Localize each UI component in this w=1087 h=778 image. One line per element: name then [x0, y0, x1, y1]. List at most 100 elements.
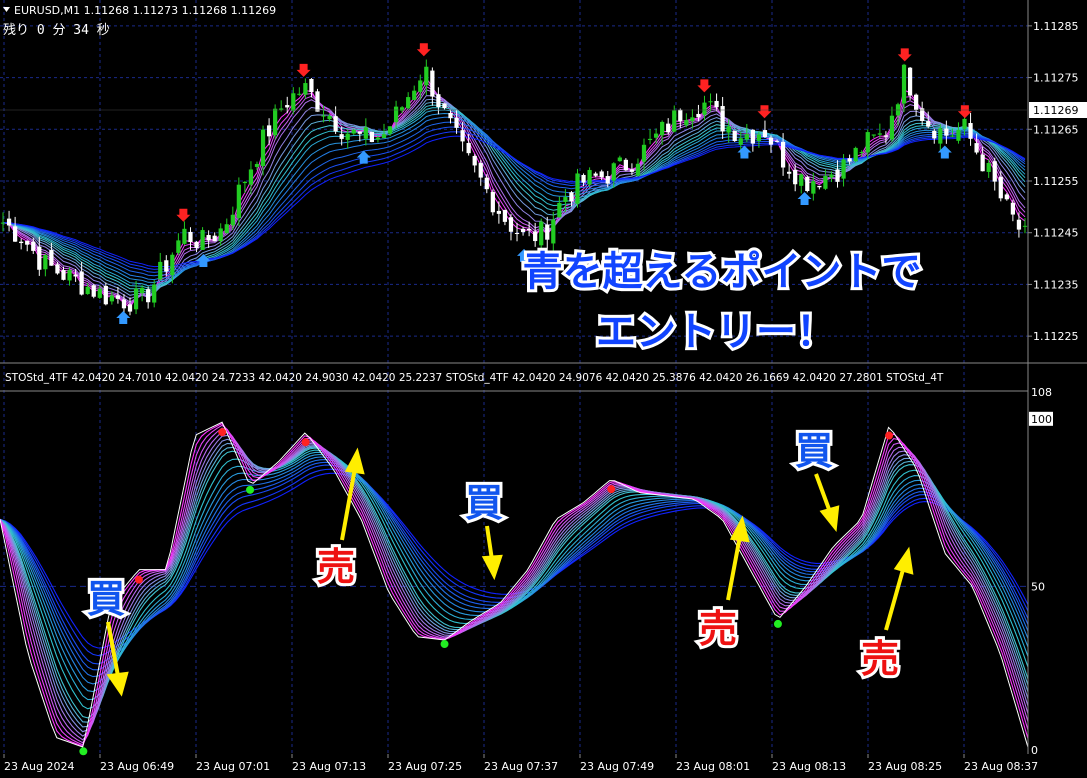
price-scale[interactable]: 1.11285 1.11275 1.11265 1.11255 1.11245 1.112… — [1028, 20, 1079, 343]
candle-body — [297, 93, 302, 95]
candle-body — [454, 117, 459, 128]
time-tick-label: 23 Aug 08:01 — [676, 760, 750, 773]
candle-body — [762, 130, 768, 137]
candle-body — [932, 130, 937, 139]
candle-body — [956, 129, 961, 141]
candle-body — [962, 118, 967, 129]
candle-body — [787, 171, 792, 174]
arrow-buy-3-head — [819, 505, 840, 533]
candle-body — [436, 94, 441, 108]
candle-body — [811, 181, 816, 194]
candle-body — [381, 134, 387, 139]
trading-chart: EURUSD,M1 1.11268 1.11273 1.11268 1.1126… — [0, 0, 1087, 773]
candle-body — [158, 261, 163, 280]
arrow-buy-1-head — [106, 671, 129, 697]
candle-body — [357, 131, 362, 134]
time-tick-label: 23 Aug 2024 — [4, 760, 74, 773]
buy-arrow-icon — [116, 310, 131, 324]
candle-body — [285, 105, 290, 108]
candle-body — [508, 217, 514, 232]
buy-label-1: 買 — [87, 577, 125, 621]
candle-body — [635, 163, 641, 176]
candle-body — [139, 287, 145, 294]
candle-body — [998, 176, 1003, 199]
candle-body — [696, 113, 701, 118]
candle-body — [170, 254, 175, 276]
candle-body — [1010, 202, 1015, 215]
candle-body — [660, 121, 665, 136]
candle-body — [133, 288, 139, 310]
candle-body — [980, 154, 985, 172]
candle-body — [726, 126, 731, 133]
candle-body — [176, 240, 181, 253]
candle-body — [303, 83, 308, 95]
candle-body — [218, 228, 223, 242]
time-tick-label: 23 Aug 08:37 — [964, 760, 1038, 773]
candle-body — [974, 143, 979, 153]
candle-body — [430, 70, 435, 97]
price-tick-label: 1.11285 — [1033, 20, 1079, 33]
candle-body — [539, 221, 544, 246]
sell-label-3: 売 — [861, 637, 899, 681]
candle-body — [79, 271, 84, 295]
candle-body — [889, 115, 895, 140]
candle-body — [387, 126, 393, 134]
candle-body — [593, 173, 598, 176]
candle-body — [829, 174, 834, 178]
arrow-buy-3 — [814, 473, 832, 513]
candle-body — [291, 93, 296, 111]
time-axis[interactable]: 23 Aug 2024 23 Aug 06:49 23 Aug 07:01 23 Au… — [3, 754, 1038, 773]
candle-body — [248, 169, 254, 185]
candle-body — [97, 288, 102, 298]
candle-body — [200, 230, 205, 250]
price-tick-label: 1.11245 — [1033, 227, 1079, 240]
candle-body — [13, 226, 18, 242]
candle-body — [37, 246, 42, 270]
candle-body — [194, 241, 199, 249]
osc-tick-label: 100 — [1031, 413, 1052, 426]
buy-label-2: 買 — [465, 481, 503, 525]
candle-body — [768, 137, 774, 145]
candle-body — [484, 177, 489, 190]
buy-dot — [79, 747, 88, 756]
candle-body — [799, 174, 804, 186]
candle-body — [363, 127, 368, 139]
candle-body — [351, 129, 356, 134]
candle-body — [109, 295, 114, 302]
symbol-dropdown-icon[interactable] — [3, 7, 10, 12]
candle-body — [0, 222, 6, 224]
time-tick-label: 23 Aug 07:01 — [196, 760, 270, 773]
candle-body — [926, 121, 931, 127]
candle-body — [992, 161, 997, 182]
candle-body — [587, 169, 592, 185]
sell-dot — [218, 428, 227, 437]
time-tick-label: 23 Aug 06:49 — [100, 760, 174, 773]
candle-body — [514, 233, 520, 235]
candle-body — [545, 224, 550, 240]
candle-body — [61, 270, 66, 280]
buy-dot — [440, 640, 449, 649]
sell-arrow-icon — [757, 105, 772, 119]
candle-body — [182, 228, 187, 244]
candle-body — [242, 181, 248, 184]
sell-arrow-icon — [176, 208, 191, 222]
candle-body — [774, 140, 780, 142]
candle-body — [236, 184, 241, 219]
candle-body — [738, 138, 743, 145]
sell-label-2: 売 — [699, 607, 737, 651]
candle-body — [502, 209, 508, 222]
candle-body — [43, 255, 48, 270]
candle-body — [19, 241, 24, 244]
candle-body — [672, 110, 677, 132]
time-tick-label: 23 Aug 07:49 — [580, 760, 654, 773]
candle-body — [684, 120, 689, 126]
indicator-scale[interactable]: 108 100 50 0 — [1029, 386, 1053, 757]
candle-body — [599, 171, 604, 178]
candle-body — [563, 197, 568, 202]
candle-body — [666, 123, 671, 133]
candle-body — [146, 289, 151, 303]
candle-body — [623, 159, 628, 171]
candle-body — [641, 144, 647, 162]
time-tick-label: 23 Aug 08:13 — [772, 760, 846, 773]
arrow-sell-2 — [726, 535, 742, 601]
